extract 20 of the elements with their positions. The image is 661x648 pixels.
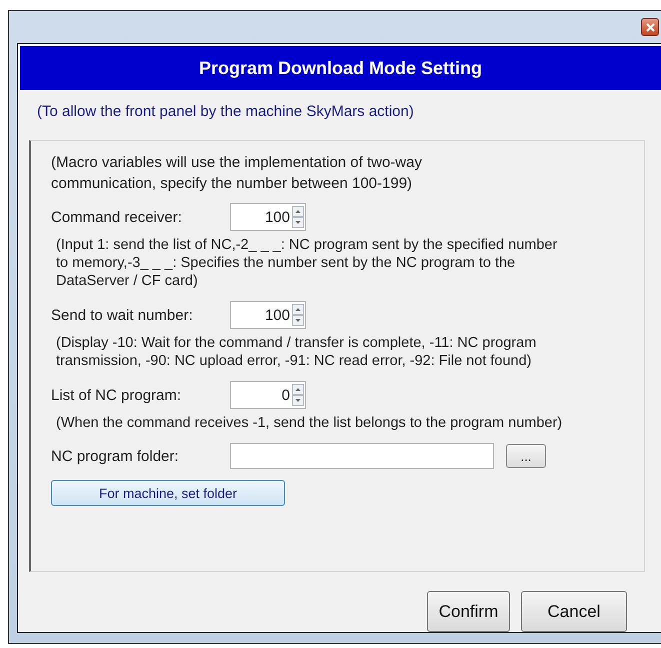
browse-button[interactable]: ... <box>506 444 546 468</box>
field-label: Send to wait number: <box>51 306 194 324</box>
note-text: (Macro variables will use the implementation of two-way communication, specify the number between 100-199) <box>51 153 423 194</box>
close-button[interactable] <box>641 18 659 36</box>
number-spinner[interactable]: 100 <box>230 301 306 329</box>
hint-text: (When the command receives -1, send the list belongs to the program number) <box>55 414 564 432</box>
close-icon <box>646 22 654 32</box>
field-label: NC program folder: <box>51 448 180 464</box>
field-label: List of NC program: <box>51 386 182 404</box>
subtitle-text: (To allow the front panel by the machine SkyMars action) <box>36 102 415 122</box>
set-folder-button[interactable]: For machine, set folder <box>51 480 285 506</box>
hint-text: (Display -10: Wait for the command / transfer is complete, -11: NC program transmission, -90: NC upload error, -91: NC read error, -92: File not found) <box>55 334 538 370</box>
field-label: Command receiver: <box>51 208 183 226</box>
cancel-button[interactable]: Cancel <box>521 591 627 632</box>
hint-text: (Input 1: send the list of NC,-2_ _ _: NC program sent by the specified number to memory,-3_ _ _: Specifies the number sent by the NC program to the DataServer / CF card) <box>55 236 558 290</box>
number-spinner[interactable]: 0 <box>230 381 306 409</box>
number-spinner[interactable]: 100 <box>230 203 306 231</box>
dialog-title: Program Download Mode Setting <box>198 58 482 78</box>
folder-path-field[interactable] <box>230 443 494 469</box>
confirm-button[interactable]: Confirm <box>427 591 510 632</box>
